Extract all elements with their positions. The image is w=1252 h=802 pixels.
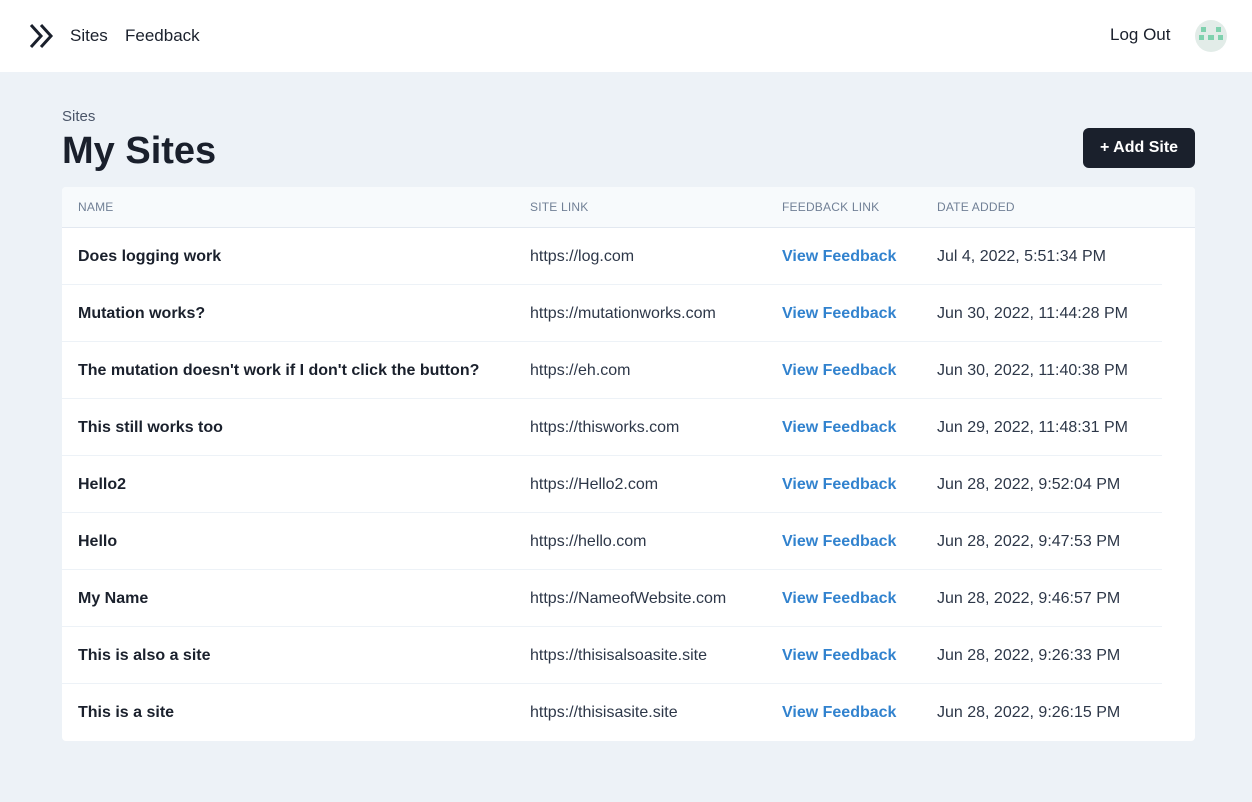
- date-added-cell: Jun 28, 2022, 9:26:15 PM: [937, 704, 1121, 721]
- view-feedback-link[interactable]: View Feedback: [782, 304, 896, 324]
- view-feedback-link[interactable]: View Feedback: [782, 418, 896, 438]
- table-row: Mutation works? https://mutationworks.com…: [62, 285, 1195, 342]
- logout-button[interactable]: Log Out: [1110, 25, 1171, 45]
- date-added-cell: Jul 4, 2022, 5:51:34 PM: [937, 248, 1106, 265]
- table-header: NAME SITE LINK FEEDBACK LINK DATE ADDED: [62, 187, 1195, 228]
- nav-link-feedback[interactable]: Feedback: [125, 26, 200, 46]
- table-row: My Name https://NameofWebsite.com View Fee…: [62, 570, 1195, 627]
- date-added-cell: Jun 28, 2022, 9:26:33 PM: [937, 647, 1121, 664]
- column-header-site-link: SITE LINK: [530, 200, 589, 214]
- site-link-cell: https://mutationworks.com: [530, 305, 716, 322]
- site-name-cell: Hello2: [78, 476, 127, 493]
- nav-link-sites[interactable]: Sites: [70, 26, 108, 46]
- site-name-cell: This is also a site: [78, 647, 211, 664]
- date-added-cell: Jun 29, 2022, 11:48:31 PM: [937, 419, 1128, 436]
- table-row: The mutation doesn't work if I don't cli…: [62, 342, 1195, 399]
- site-name-cell: Does logging work: [78, 248, 222, 265]
- date-added-cell: Jun 28, 2022, 9:52:04 PM: [937, 476, 1121, 493]
- site-link-cell: https://thisworks.com: [530, 419, 680, 436]
- site-link-cell: https://log.com: [530, 248, 635, 265]
- view-feedback-link[interactable]: View Feedback: [782, 247, 896, 267]
- site-link-cell: https://hello.com: [530, 533, 647, 550]
- site-name-cell: Mutation works?: [78, 305, 206, 322]
- sites-table: NAME SITE LINK FEEDBACK LINK DATE ADDED …: [62, 187, 1195, 741]
- site-link-cell: https://thisisasite.site: [530, 704, 678, 721]
- date-added-cell: Jun 28, 2022, 9:47:53 PM: [937, 533, 1121, 550]
- view-feedback-link[interactable]: View Feedback: [782, 361, 896, 381]
- column-header-feedback-link: FEEDBACK LINK: [782, 200, 880, 214]
- column-header-date-added: DATE ADDED: [937, 200, 1015, 214]
- table-row: Does logging work https://log.com View Fee…: [62, 228, 1195, 285]
- site-name-cell: This is a site: [78, 704, 175, 721]
- date-added-cell: Jun 30, 2022, 11:40:38 PM: [937, 362, 1128, 379]
- site-link-cell: https://eh.com: [530, 362, 631, 379]
- logo-icon[interactable]: [28, 22, 56, 50]
- page-title: My Sites: [62, 130, 217, 172]
- site-link-cell: https://thisisalsoasite.site: [530, 647, 707, 664]
- view-feedback-link[interactable]: View Feedback: [782, 589, 896, 609]
- breadcrumb: Sites: [62, 108, 96, 125]
- site-name-cell: The mutation doesn't work if I don't cli…: [78, 362, 480, 379]
- view-feedback-link[interactable]: View Feedback: [782, 475, 896, 495]
- date-added-cell: Jun 28, 2022, 9:46:57 PM: [937, 590, 1121, 607]
- site-link-cell: https://Hello2.com: [530, 476, 659, 493]
- top-navbar: Sites Feedback Log Out: [0, 0, 1252, 72]
- column-header-name: NAME: [78, 200, 114, 214]
- view-feedback-link[interactable]: View Feedback: [782, 532, 896, 552]
- site-link-cell: https://NameofWebsite.com: [530, 590, 727, 607]
- table-row: Hello2 https://Hello2.com View Feedback Jun…: [62, 456, 1195, 513]
- view-feedback-link[interactable]: View Feedback: [782, 703, 896, 723]
- date-added-cell: Jun 30, 2022, 11:44:28 PM: [937, 305, 1128, 322]
- add-site-button[interactable]: + Add Site: [1083, 128, 1195, 168]
- table-row: This is also a site https://thisisalsoasi…: [62, 627, 1195, 684]
- site-name-cell: My Name: [78, 590, 149, 607]
- site-name-cell: Hello: [78, 533, 118, 550]
- view-feedback-link[interactable]: View Feedback: [782, 646, 896, 666]
- site-name-cell: This still works too: [78, 419, 223, 436]
- avatar[interactable]: [1195, 20, 1227, 52]
- table-row: This still works too https://thisworks.co…: [62, 399, 1195, 456]
- table-row: This is a site https://thisisasite.site Vi…: [62, 684, 1195, 741]
- table-row: Hello https://hello.com View Feedback Jun 2…: [62, 513, 1195, 570]
